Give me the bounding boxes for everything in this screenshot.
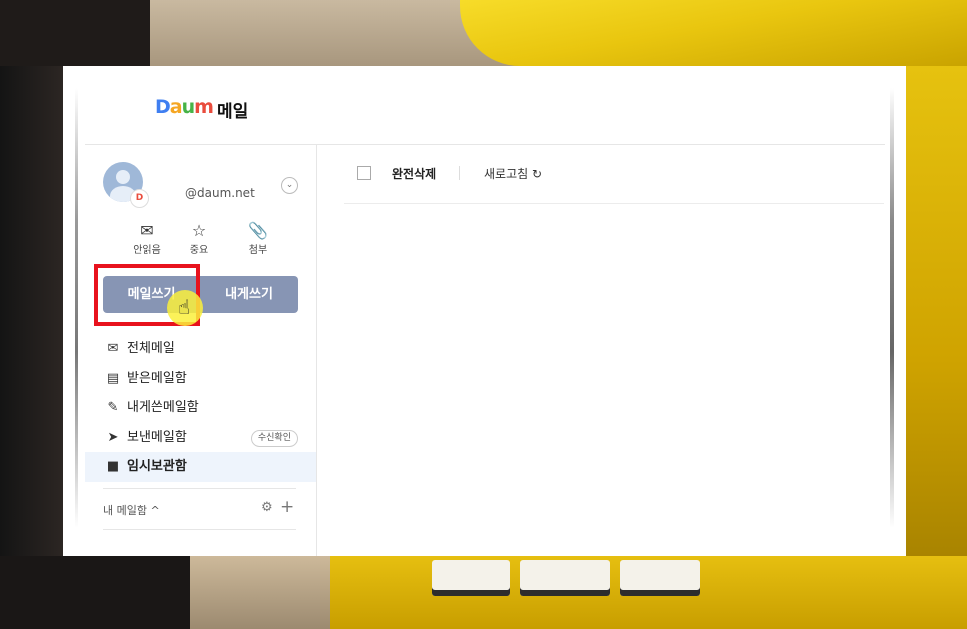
write-to-self-button[interactable]: 내게쓰기 (200, 276, 298, 313)
logo-letter: D (155, 96, 171, 118)
permanent-delete-button[interactable]: 완전삭제 (392, 165, 436, 182)
divider (459, 166, 460, 180)
folder-all-mail[interactable]: ✉ 전체메일 (85, 334, 316, 364)
logo-letter: u (181, 96, 195, 118)
chevron-down-icon[interactable]: ⌄ (281, 177, 298, 194)
quick-filter-label: 안읽음 (133, 245, 161, 256)
envelope-icon: ✉ (140, 221, 154, 240)
mail-toolbar: 완전삭제 새로고침 ↻ (344, 144, 884, 204)
folder-list: ✉ 전체메일 ▤ 받은메일함 ✎ 내게쓴메일함 ➤ 보낸메일함 수신확인 ■ 임시보관함 (85, 334, 316, 482)
folder-to-self[interactable]: ✎ 내게쓴메일함 (85, 393, 316, 423)
star-icon: ☆ (191, 221, 207, 240)
daum-logo[interactable]: Daum (155, 96, 214, 118)
folder-icon: ■ (106, 459, 120, 474)
quick-filter-attachment[interactable]: 📎 첨부 (228, 221, 288, 256)
quick-filter-label: 첨부 (248, 245, 268, 256)
mail-window: Daum 메일 D @daum.net ⌄ ✉ 안읽음 ☆ 중요 📎 첨부 메일… (63, 66, 906, 556)
logo-letter: a (169, 96, 183, 118)
window-edge-right (890, 88, 894, 528)
logo-letter: m (194, 96, 214, 118)
my-mailbox-section: 내 메일함 ^ ⚙ + (103, 488, 296, 529)
paperclip-icon: 📎 (248, 221, 268, 240)
select-all-checkbox[interactable] (357, 166, 371, 180)
my-mailbox-toggle[interactable]: 내 메일함 ^ (103, 502, 160, 518)
quick-filter-label: 중요 (189, 245, 209, 256)
inbox-icon: ▤ (106, 370, 120, 386)
mail-icon: ✉ (107, 341, 119, 356)
folder-label: 받은메일함 (127, 370, 187, 386)
refresh-button[interactable]: 새로고침 ↻ (484, 165, 542, 182)
folder-sent[interactable]: ➤ 보낸메일함 수신확인 (85, 423, 316, 453)
window-edge-left (75, 88, 78, 528)
header: Daum 메일 (85, 66, 885, 145)
folder-inbox[interactable]: ▤ 받은메일함 (85, 364, 316, 394)
gear-icon[interactable]: ⚙ (261, 500, 273, 515)
add-icon[interactable]: + (280, 497, 294, 517)
account-email: @daum.net (185, 186, 255, 200)
folder-label: 보낸메일함 (127, 429, 187, 445)
hand-cursor-icon: ☝ (178, 295, 191, 319)
quick-filter-unread[interactable]: ✉ 안읽음 (117, 221, 177, 256)
divider (103, 529, 296, 530)
send-icon: ➤ (107, 429, 119, 445)
sidebar: D @daum.net ⌄ ✉ 안읽음 ☆ 중요 📎 첨부 메일쓰기 내게쓰기 … (85, 144, 317, 556)
app-title[interactable]: 메일 (217, 97, 248, 122)
folder-label: 임시보관함 (127, 459, 187, 474)
folder-label: 전체메일 (127, 341, 175, 356)
quick-filter-important[interactable]: ☆ 중요 (169, 221, 229, 256)
read-receipt-button[interactable]: 수신확인 (250, 429, 298, 447)
edit-icon: ✎ (107, 400, 119, 415)
folder-drafts[interactable]: ■ 임시보관함 (85, 452, 316, 482)
folder-label: 내게쓴메일함 (127, 400, 199, 415)
daum-badge-icon: D (130, 189, 149, 208)
